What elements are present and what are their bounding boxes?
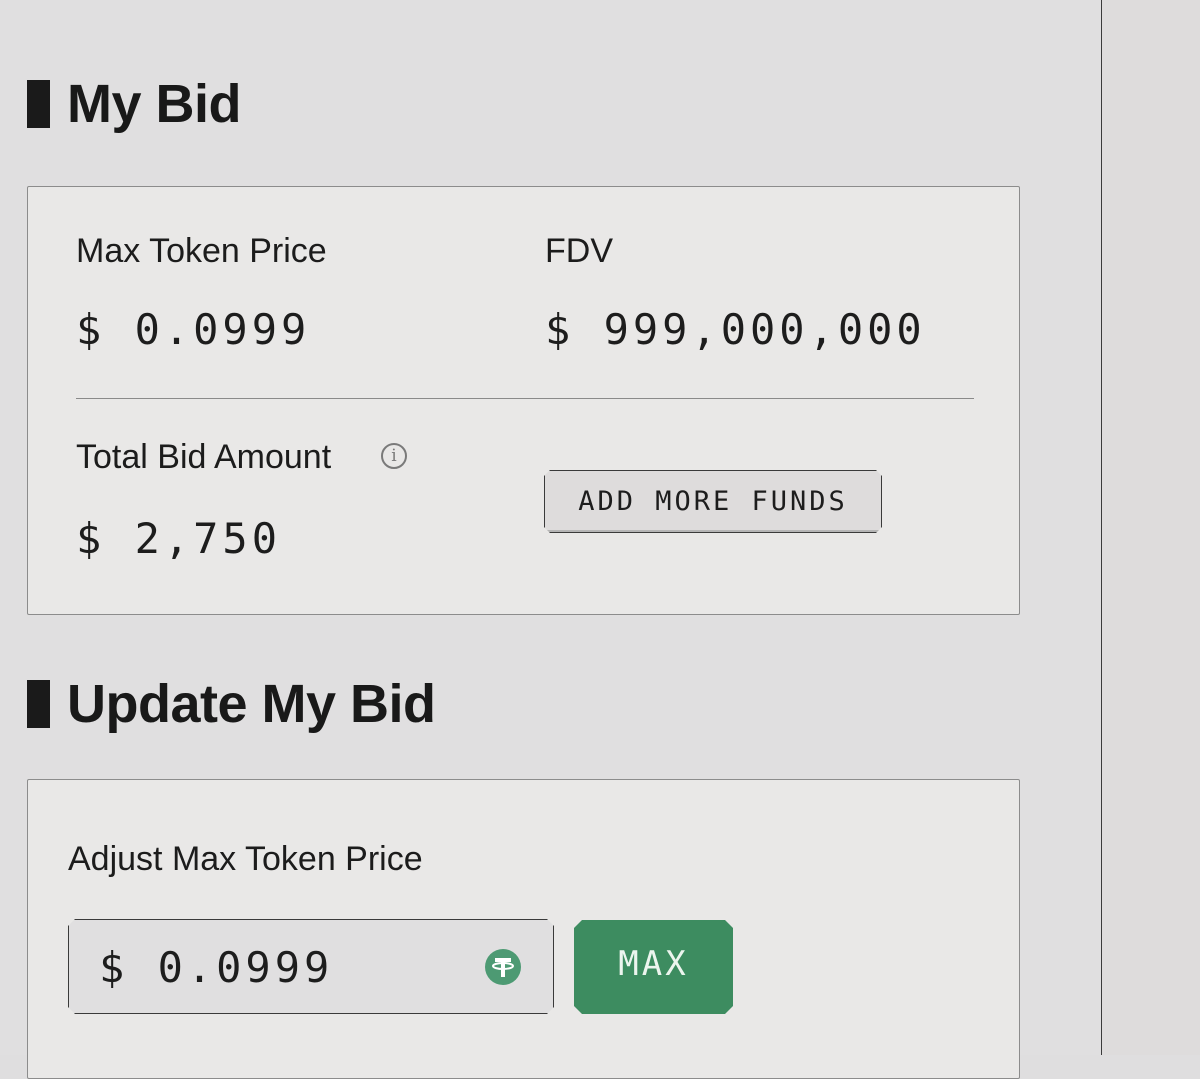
update-bid-panel: Adjust Max Token Price MAX bbox=[27, 779, 1020, 1079]
right-pane bbox=[1102, 0, 1200, 1055]
max-button[interactable]: MAX bbox=[574, 920, 733, 1014]
panel-divider bbox=[76, 398, 974, 399]
max-token-price-label: Max Token Price bbox=[76, 232, 327, 270]
update-my-bid-title: Update My Bid bbox=[67, 674, 436, 734]
update-my-bid-heading: Update My Bid bbox=[27, 677, 436, 731]
total-bid-amount-label: Total Bid Amount bbox=[76, 438, 332, 476]
adjust-max-token-price-label: Adjust Max Token Price bbox=[68, 840, 423, 878]
fdv-value: $ 999,000,000 bbox=[545, 305, 926, 354]
tether-icon bbox=[485, 949, 521, 985]
main-content: My Bid Max Token Price $ 0.0999 FDV $ 99… bbox=[0, 0, 1102, 1079]
max-token-price-value: $ 0.0999 bbox=[76, 305, 311, 354]
my-bid-title: My Bid bbox=[67, 74, 242, 134]
info-icon[interactable]: i bbox=[381, 443, 407, 469]
my-bid-heading: My Bid bbox=[27, 74, 242, 134]
add-more-funds-button[interactable]: ADD MORE FUNDS bbox=[544, 470, 882, 533]
my-bid-panel: Max Token Price $ 0.0999 FDV $ 999,000,0… bbox=[27, 186, 1020, 615]
price-input-container[interactable] bbox=[68, 919, 554, 1014]
heading-accent-bar bbox=[27, 80, 50, 128]
heading-accent-bar bbox=[27, 680, 50, 728]
total-bid-amount-value: $ 2,750 bbox=[76, 514, 282, 563]
fdv-label: FDV bbox=[545, 232, 613, 270]
max-token-price-input[interactable] bbox=[99, 938, 469, 996]
